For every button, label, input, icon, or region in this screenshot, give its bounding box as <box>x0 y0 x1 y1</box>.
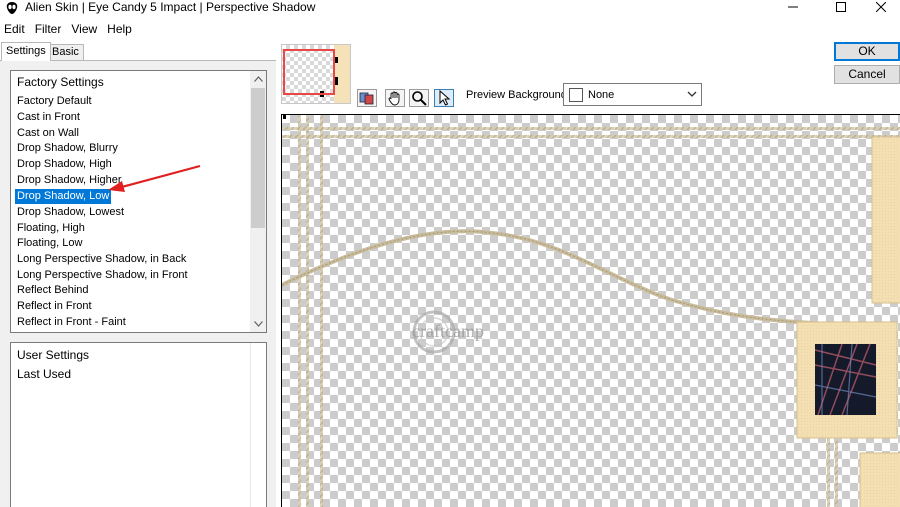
scroll-down-button[interactable] <box>250 316 266 332</box>
zoom-icon <box>412 91 427 106</box>
chevron-down-icon <box>687 91 697 97</box>
tab-settings[interactable]: Settings <box>1 42 51 61</box>
factory-settings-header: Factory Settings <box>17 75 104 89</box>
user-settings-list[interactable]: User Settings Last Used <box>10 342 267 507</box>
list-item[interactable]: Reflect Behind <box>15 283 91 298</box>
chevron-down-icon <box>253 321 263 327</box>
user-list-scrollbar[interactable] <box>250 343 266 507</box>
list-item[interactable]: Drop Shadow, Lowest <box>15 205 126 220</box>
list-item[interactable]: Long Perspective Shadow, in Back <box>15 252 188 267</box>
maximize-icon <box>836 2 846 12</box>
cancel-button[interactable]: Cancel <box>834 65 900 84</box>
list-item[interactable]: Cast on Wall <box>15 126 81 141</box>
list-item[interactable]: Drop Shadow, Blurry <box>15 141 120 156</box>
scroll-up-button[interactable] <box>250 71 266 87</box>
chevron-up-icon <box>253 76 263 82</box>
list-item[interactable]: Factory Default <box>15 94 94 109</box>
tab-basic[interactable]: Basic <box>47 44 84 60</box>
list-item[interactable]: Reflect in Front <box>15 299 94 314</box>
user-settings-header: User Settings <box>17 348 90 362</box>
close-icon <box>876 2 886 12</box>
factory-settings-list[interactable]: Factory Settings Factory Default Cast in… <box>10 70 267 333</box>
preview-canvas[interactable]: craftcamp <box>281 114 900 507</box>
pan-hand-button[interactable] <box>385 89 405 107</box>
list-item[interactable]: Reflect in Front - Faint <box>15 315 128 330</box>
preview-background-label: Preview Background: <box>466 89 570 101</box>
menu-help[interactable]: Help <box>103 20 138 38</box>
preview-background-value: None <box>588 89 615 101</box>
scroll-thumb[interactable] <box>251 88 265 228</box>
before-after-button[interactable] <box>357 89 377 107</box>
list-item[interactable]: Drop Shadow, High <box>15 157 114 172</box>
factory-list-scrollbar[interactable] <box>250 71 266 332</box>
window-title: Alien Skin | Eye Candy 5 Impact | Perspe… <box>25 0 316 14</box>
list-item[interactable]: Long Perspective Shadow, in Front <box>15 268 190 283</box>
pointer-button[interactable] <box>434 89 454 107</box>
close-button[interactable] <box>858 0 900 14</box>
navigator-view-rect[interactable] <box>283 49 335 95</box>
list-item[interactable]: Cast in Front <box>15 110 82 125</box>
menu-edit[interactable]: Edit <box>0 20 31 38</box>
before-after-icon <box>359 92 374 105</box>
annotation-arrow-icon <box>108 164 201 192</box>
minimize-icon <box>788 6 798 8</box>
pan-hand-icon <box>388 91 400 106</box>
preview-navigator[interactable] <box>281 44 351 104</box>
zoom-button[interactable] <box>409 89 429 107</box>
background-swatch <box>569 88 583 102</box>
pointer-icon <box>439 90 451 106</box>
alien-skin-icon <box>6 2 18 14</box>
title-bar: Alien Skin | Eye Candy 5 Impact | Perspe… <box>0 0 900 20</box>
preview-artwork: craftcamp <box>282 115 900 507</box>
menu-bar: Edit Filter View Help <box>0 20 900 38</box>
list-item[interactable]: Floating, Low <box>15 236 84 251</box>
minimize-button[interactable] <box>770 0 816 14</box>
menu-view[interactable]: View <box>67 20 103 38</box>
list-item[interactable]: Floating, High <box>15 221 87 236</box>
watermark-text: craftcamp <box>412 321 484 341</box>
list-item[interactable]: Last Used <box>15 367 73 382</box>
ok-button[interactable]: OK <box>834 42 900 61</box>
list-item-selected[interactable]: Drop Shadow, Low <box>15 189 112 204</box>
preview-background-select[interactable]: None <box>563 83 702 106</box>
menu-filter[interactable]: Filter <box>31 20 68 38</box>
